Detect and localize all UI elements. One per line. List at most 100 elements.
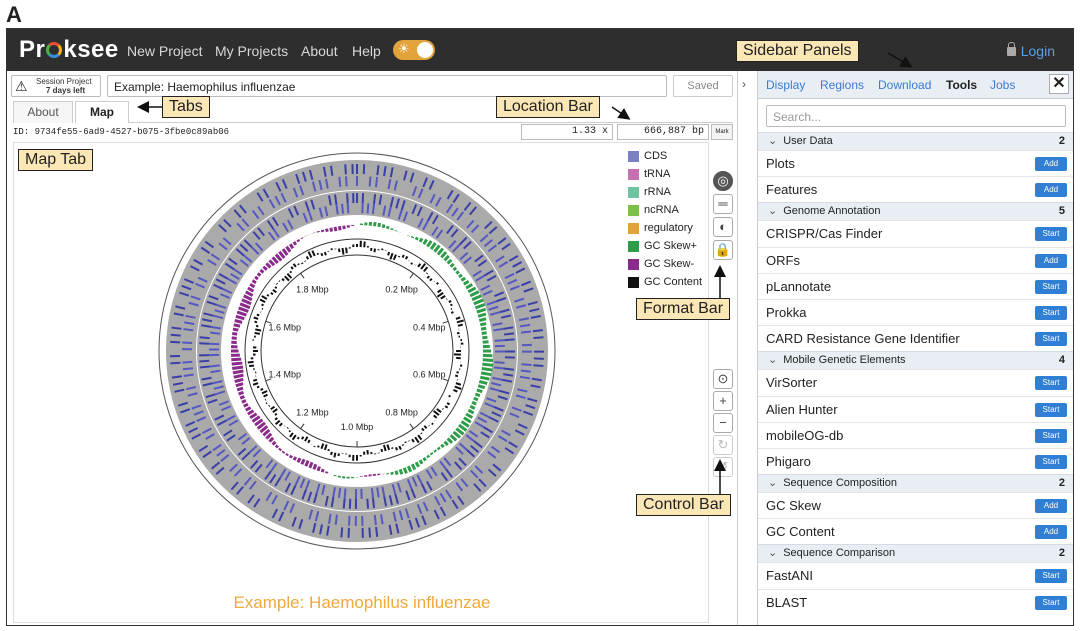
- sidebar-splitter[interactable]: ›: [737, 71, 757, 625]
- callout-location-bar: Location Bar: [496, 96, 600, 118]
- gc-content-bar: [337, 248, 341, 253]
- gc-skew-bar: [482, 358, 494, 363]
- tool-action-button[interactable]: Add: [1035, 183, 1067, 198]
- map-canvas[interactable]: 0.2 Mbp 0.4 Mbp 0.6 Mbp 0.8 Mbp 1.0 Mbp 1.2 M…: [13, 142, 709, 623]
- gc-skew-bar: [458, 273, 463, 279]
- control-undo-icon[interactable]: ↺: [713, 457, 733, 477]
- gc-skew-bar: [241, 399, 247, 404]
- session-badge[interactable]: ⚠ Session Project 7 days left: [11, 75, 101, 97]
- tool-label: GC Content: [766, 524, 835, 540]
- gc-skew-bar: [386, 225, 390, 230]
- tool-label: pLannotate: [766, 278, 832, 294]
- format-linear-icon[interactable]: ═: [713, 194, 733, 214]
- legend-item[interactable]: GC Skew-: [628, 255, 702, 273]
- nav-new-project[interactable]: New Project: [127, 43, 202, 59]
- nav-about[interactable]: About: [301, 43, 338, 59]
- legend-item[interactable]: ncRNA: [628, 201, 702, 219]
- section-header[interactable]: ⌄ Sequence Composition 2: [758, 474, 1073, 493]
- sidebar-tab-jobs[interactable]: Jobs: [990, 78, 1015, 92]
- format-contrast-icon[interactable]: ◐: [713, 217, 733, 237]
- legend-item[interactable]: GC Skew+: [628, 237, 702, 255]
- lock-icon: [1006, 42, 1016, 56]
- section-header[interactable]: ⌄ User Data 2: [758, 132, 1073, 150]
- circular-genome-map[interactable]: 0.2 Mbp 0.4 Mbp 0.6 Mbp 0.8 Mbp 1.0 Mbp 1.2 M…: [14, 143, 710, 624]
- tool-action-button[interactable]: Start: [1035, 569, 1067, 584]
- tool-action-button[interactable]: Start: [1035, 227, 1067, 242]
- close-icon[interactable]: ✕: [1049, 74, 1069, 94]
- nav-my-projects[interactable]: My Projects: [215, 43, 288, 59]
- gc-skew-bar: [477, 312, 487, 318]
- tool-action-button[interactable]: Add: [1035, 157, 1067, 171]
- theme-toggle[interactable]: ☀: [393, 40, 435, 60]
- tool-action-button[interactable]: Start: [1035, 279, 1067, 294]
- sidebar-tab-download[interactable]: Download: [878, 78, 931, 92]
- gc-skew-bar: [463, 279, 470, 286]
- cds-feature: [329, 165, 334, 176]
- mark-button[interactable]: Mark: [711, 124, 733, 140]
- gc-skew-bar: [440, 443, 445, 449]
- legend-item[interactable]: rRNA: [628, 183, 702, 201]
- format-lock-icon[interactable]: 🔒: [713, 240, 733, 260]
- chevron-right-icon[interactable]: ›: [742, 77, 746, 91]
- project-title-input[interactable]: Example: Haemophilus influenzae: [107, 75, 667, 97]
- cds-feature: [341, 203, 345, 214]
- format-circular-icon[interactable]: ◎: [713, 171, 733, 191]
- tool-action-button[interactable]: Add: [1035, 499, 1067, 514]
- location-input[interactable]: 666,887 bp: [617, 124, 709, 140]
- control-zoom-out-icon[interactable]: −: [713, 413, 733, 433]
- section-header[interactable]: ⌄ Mobile Genetic Elements 4: [758, 351, 1073, 370]
- tool-action-button[interactable]: Add: [1035, 253, 1067, 268]
- session-expiry: 7 days left: [46, 86, 86, 95]
- nav-help[interactable]: Help: [352, 43, 381, 59]
- sidebar-tab-tools[interactable]: Tools: [946, 78, 977, 92]
- gc-skew-bar: [443, 440, 449, 447]
- gc-content-bar: [270, 405, 276, 410]
- cds-feature: [370, 488, 374, 499]
- tool-action-button[interactable]: Start: [1035, 376, 1067, 391]
- gc-skew-bar: [265, 432, 273, 440]
- gc-skew-bar: [480, 371, 492, 377]
- tool-action-button[interactable]: Add: [1035, 525, 1067, 540]
- legend-item[interactable]: tRNA: [628, 165, 702, 183]
- gc-content-bar: [292, 263, 297, 268]
- tool-action-button[interactable]: Start: [1035, 454, 1067, 469]
- section-header[interactable]: ⌄ Sequence Comparison 2: [758, 544, 1073, 563]
- tool-label: mobileOG-db: [766, 427, 844, 443]
- gc-content-bar: [284, 275, 290, 282]
- tab-divider: [129, 122, 733, 123]
- tool-action-button[interactable]: Start: [1035, 332, 1067, 347]
- gc-skew-bar: [433, 244, 441, 253]
- ruler-label: 0.8 Mbp: [385, 407, 418, 417]
- control-zoom-in-icon[interactable]: +: [713, 391, 733, 411]
- gc-skew-bar: [477, 384, 486, 390]
- gc-skew-bar: [433, 449, 437, 453]
- control-reset-view-icon[interactable]: ⊙: [713, 369, 733, 389]
- tool-action-button[interactable]: Start: [1035, 305, 1067, 320]
- tool-label: CRISPR/Cas Finder: [766, 226, 883, 242]
- sidebar-tab-display[interactable]: Display: [766, 78, 805, 92]
- tool-action-button[interactable]: Start: [1035, 402, 1067, 417]
- tools-search-input[interactable]: Search...: [766, 105, 1066, 127]
- control-redo-icon[interactable]: ↻: [713, 435, 733, 455]
- proksee-logo[interactable]: Pr ksee: [19, 36, 119, 64]
- tool-action-button[interactable]: Start: [1035, 595, 1067, 610]
- tab-about[interactable]: About: [13, 101, 73, 123]
- login-link[interactable]: Login: [1006, 42, 1055, 59]
- tool-action-button[interactable]: Start: [1035, 428, 1067, 443]
- saved-button[interactable]: Saved: [673, 75, 733, 97]
- cds-feature: [182, 367, 194, 371]
- section-title: User Data: [783, 135, 833, 147]
- cds-feature: [503, 367, 515, 371]
- cds-feature: [342, 498, 346, 509]
- zoom-input[interactable]: 1.33 x: [521, 124, 613, 140]
- sidebar-tab-regions[interactable]: Regions: [820, 78, 864, 92]
- ruler-tick: [409, 273, 414, 279]
- section-header[interactable]: ⌄ Genome Annotation 5: [758, 202, 1073, 221]
- legend-item[interactable]: regulatory: [628, 219, 702, 237]
- tab-map[interactable]: Map: [75, 101, 129, 123]
- ruler-label: 1.6 Mbp: [268, 323, 301, 333]
- gc-skew-bar: [233, 373, 244, 379]
- legend-label: regulatory: [644, 222, 693, 234]
- legend-item[interactable]: GC Content: [628, 273, 702, 291]
- legend-item[interactable]: CDS: [628, 147, 702, 165]
